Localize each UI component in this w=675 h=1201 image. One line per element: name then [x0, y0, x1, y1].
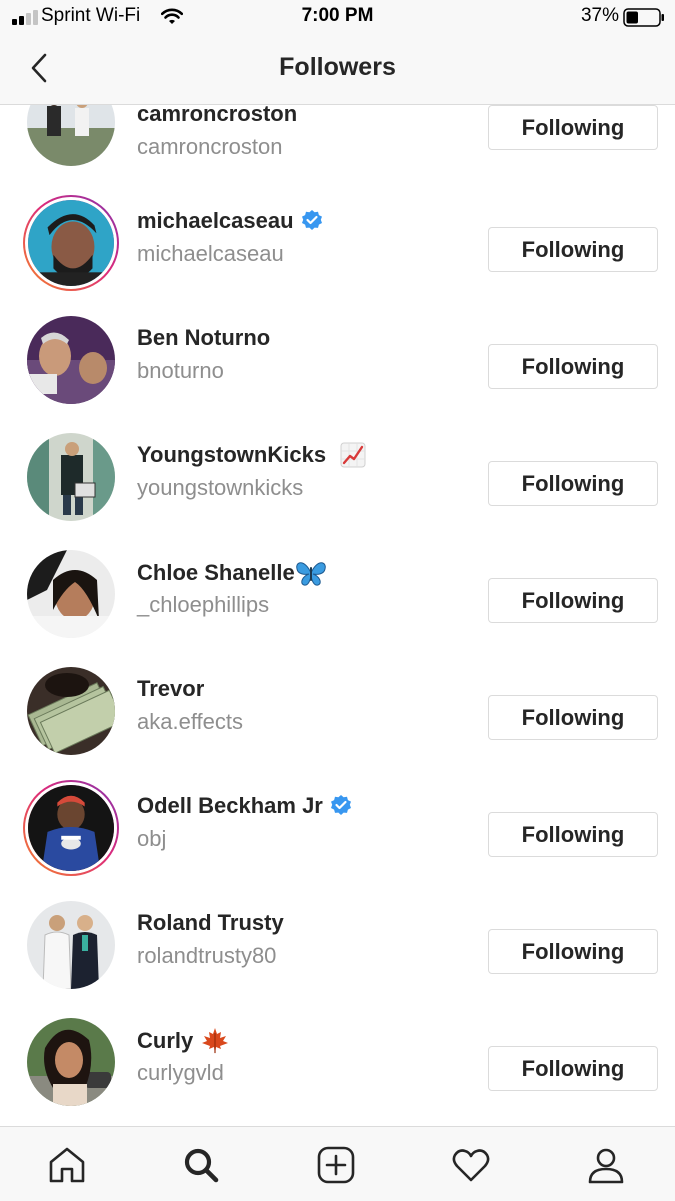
following-button[interactable]: Following: [488, 227, 658, 272]
tab-profile[interactable]: [584, 1143, 628, 1187]
follower-row[interactable]: michaelcaseau michaelcaseau Following: [0, 195, 675, 314]
battery-percentage: 37%: [580, 5, 619, 26]
avatar[interactable]: [23, 1014, 119, 1110]
tab-new-post[interactable]: [314, 1143, 358, 1187]
follower-handle: _chloephillips: [137, 592, 270, 617]
verified-badge-icon: [329, 794, 353, 818]
follower-handle: obj: [137, 826, 167, 851]
avatar-photo: [27, 901, 115, 989]
avatar-photo: [27, 105, 115, 166]
follower-name[interactable]: Odell Beckham Jr: [137, 793, 353, 819]
profile-icon: [588, 1148, 624, 1184]
following-button[interactable]: Following: [488, 812, 658, 857]
follower-row[interactable]: Odell Beckham Jr obj Following: [0, 780, 675, 899]
follower-handle: aka.effects: [137, 709, 243, 734]
follower-row[interactable]: Roland Trusty rolandtrusty80 Following: [0, 899, 675, 1016]
follower-handle: curlygvld: [137, 1060, 224, 1085]
follower-name[interactable]: YoungstownKicks: [137, 442, 366, 468]
activity-heart-icon: [452, 1149, 490, 1182]
follower-handle: youngstownkicks: [137, 475, 304, 500]
following-button[interactable]: Following: [488, 105, 658, 150]
avatar-photo: [27, 667, 115, 755]
follower-name[interactable]: Curly: [137, 1027, 229, 1055]
follower-name[interactable]: Trevor: [137, 676, 204, 702]
following-button[interactable]: Following: [488, 929, 658, 974]
butterfly-emoji: [295, 559, 327, 587]
avatar-photo: [27, 316, 115, 404]
follower-handle: camroncroston: [137, 134, 283, 159]
follower-row[interactable]: Trevor aka.effects Following: [0, 665, 675, 782]
tab-bar: [0, 1126, 675, 1201]
follower-name[interactable]: camroncroston: [137, 105, 297, 127]
follower-handle: bnoturno: [137, 358, 224, 383]
tab-search[interactable]: [179, 1143, 223, 1187]
avatar-photo: [25, 782, 117, 874]
following-button[interactable]: Following: [488, 461, 658, 506]
avatar-photo: [27, 550, 115, 638]
follower-row[interactable]: Ben Noturno bnoturno Following: [0, 314, 675, 431]
avatar-story-ring[interactable]: [23, 195, 119, 291]
follower-name[interactable]: michaelcaseau: [137, 208, 324, 234]
avatar-photo: [27, 1018, 115, 1106]
maple-leaf-emoji: [201, 1027, 229, 1055]
follower-name[interactable]: Ben Noturno: [137, 325, 270, 351]
follower-row[interactable]: camroncroston camroncroston Following: [0, 105, 675, 197]
follower-handle: michaelcaseau: [137, 241, 284, 266]
avatar[interactable]: [23, 897, 119, 993]
avatar-story-ring[interactable]: [23, 780, 119, 876]
search-icon: [184, 1148, 219, 1183]
tab-activity[interactable]: [449, 1143, 493, 1187]
verified-badge-icon: [300, 209, 324, 233]
new-post-icon: [317, 1146, 355, 1184]
following-button[interactable]: Following: [488, 578, 658, 623]
following-button[interactable]: Following: [488, 695, 658, 740]
followers-list[interactable]: camroncroston camroncroston Following mi…: [0, 105, 675, 1125]
avatar[interactable]: [23, 663, 119, 759]
avatar-photo: [27, 433, 115, 521]
avatar[interactable]: [23, 546, 119, 642]
home-icon: [49, 1147, 85, 1183]
follower-row[interactable]: Curly curlygvld Following: [0, 1016, 675, 1125]
status-bar: Sprint Wi-Fi 7:00 PM 37%: [0, 0, 675, 36]
chart-increasing-emoji: [340, 442, 366, 468]
follower-handle: rolandtrusty80: [137, 943, 277, 968]
follower-row[interactable]: Chloe Shanelle _chloephillips Following: [0, 548, 675, 665]
following-button[interactable]: Following: [488, 344, 658, 389]
clock: 7:00 PM: [301, 5, 374, 26]
follower-name[interactable]: Roland Trusty: [137, 910, 284, 936]
avatar[interactable]: [23, 312, 119, 408]
following-button[interactable]: Following: [488, 1046, 658, 1091]
follower-row[interactable]: YoungstownKicks youngstownkicks Followin…: [0, 431, 675, 548]
page-title: Followers: [279, 53, 396, 81]
avatar[interactable]: [23, 429, 119, 525]
avatar[interactable]: [23, 105, 119, 170]
avatar-photo: [25, 197, 117, 289]
navigation-bar: Followers: [0, 36, 675, 105]
battery-icon: [623, 8, 664, 27]
tab-home[interactable]: [45, 1143, 89, 1187]
follower-name[interactable]: Chloe Shanelle: [137, 559, 327, 587]
